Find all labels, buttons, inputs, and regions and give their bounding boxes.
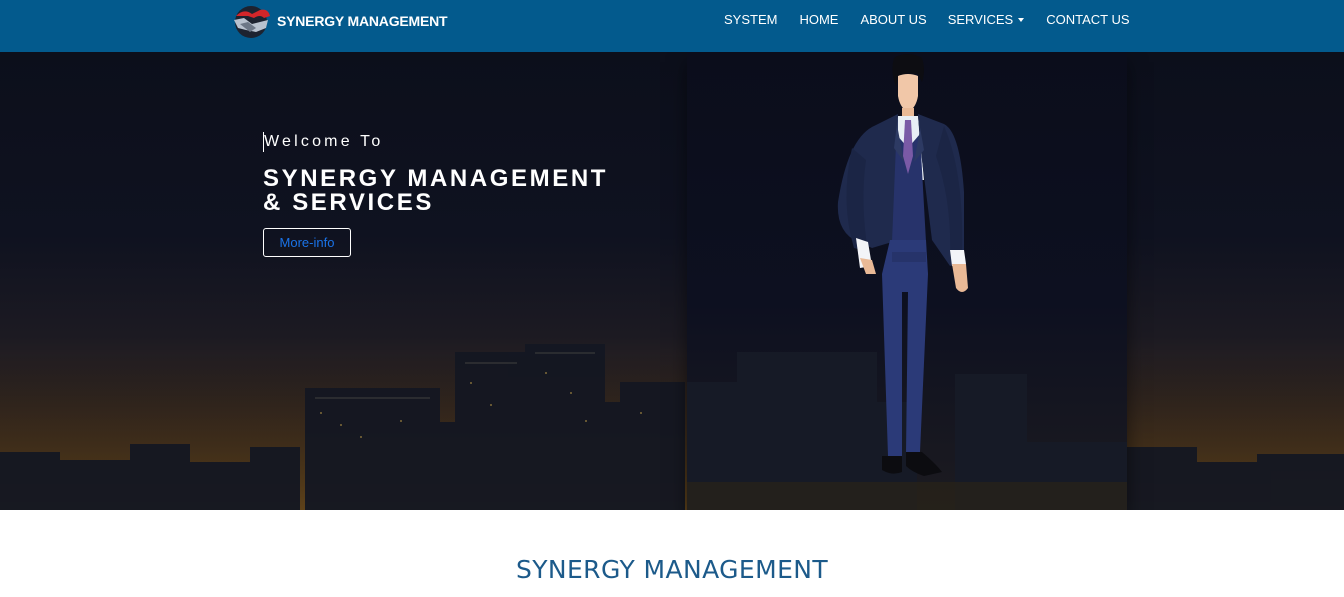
nav-system[interactable]: SYSTEM [724, 12, 777, 28]
nav-contact-us[interactable]: CONTACT US [1046, 12, 1129, 28]
navbar: SYNERGY MANAGEMENT SYSTEM HOME ABOUT US … [0, 0, 1344, 52]
main-nav: SYSTEM HOME ABOUT US SERVICES CONTACT US [724, 12, 1130, 28]
nav-home[interactable]: HOME [799, 12, 838, 28]
brand-name: SYNERGY MANAGEMENT [277, 13, 448, 29]
hero-title-line-2: & SERVICES [263, 189, 434, 216]
businessman-illustration [837, 54, 968, 476]
caret-down-icon [1018, 18, 1025, 22]
hero-title: SYNERGY MANAGEMENT & SERVICES [263, 167, 683, 215]
hero-text-block: Welcome To SYNERGY MANAGEMENT & SERVICES [263, 132, 683, 215]
brand-link[interactable]: SYNERGY MANAGEMENT [230, 2, 448, 40]
nav-about-us[interactable]: ABOUT US [860, 12, 926, 28]
welcome-text: Welcome To [263, 132, 683, 152]
nav-services-dropdown[interactable]: SERVICES [948, 12, 1025, 28]
more-info-button[interactable]: More-info [263, 228, 351, 257]
nav-services-label: SERVICES [947, 12, 1014, 27]
hero-section: Welcome To SYNERGY MANAGEMENT & SERVICES… [0, 52, 1344, 510]
city-skyline-background [0, 344, 1344, 510]
handshake-logo-icon [234, 6, 270, 38]
hero-title-line-1: SYNERGY MANAGEMENT [263, 165, 609, 192]
section-title: SYNERGY MANAGEMENT [515, 555, 829, 584]
